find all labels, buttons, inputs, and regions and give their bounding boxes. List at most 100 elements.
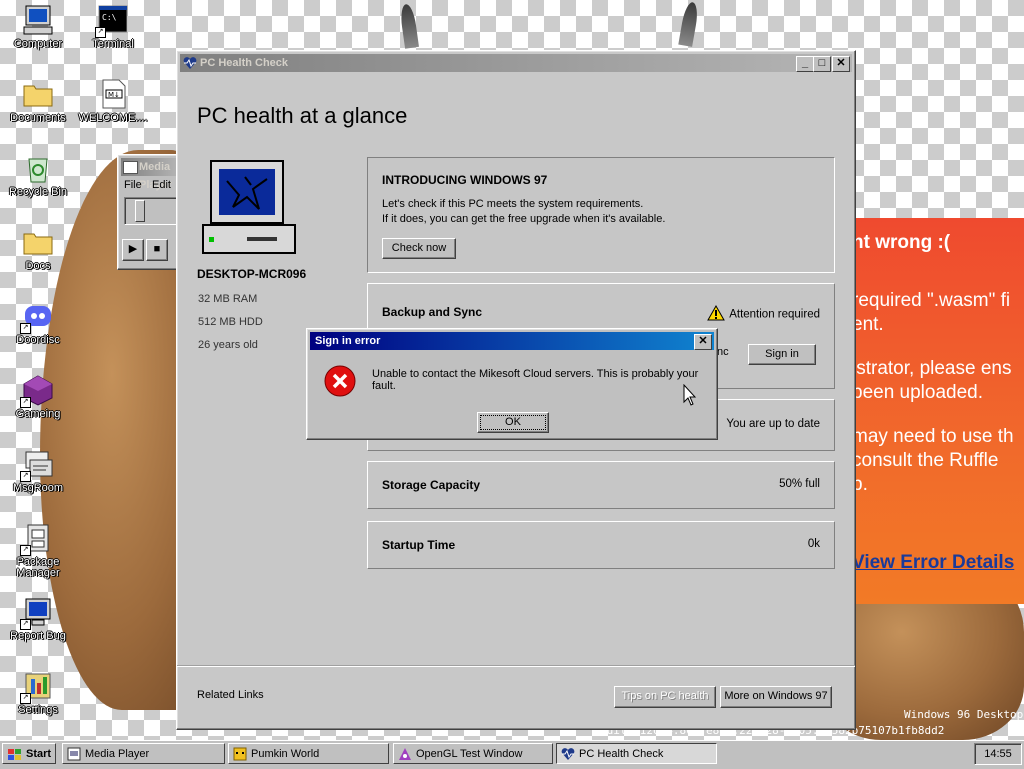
pc-health-titlebar[interactable]: PC Health Check _ □ ✕ <box>180 54 852 72</box>
desktop-icon-recycle-bin[interactable]: Recycle Bin <box>1 152 75 198</box>
desktop-icon-documents[interactable]: Documents <box>1 78 75 124</box>
ruffle-error-text: istrator, please ens <box>856 358 1012 379</box>
start-button[interactable]: Start <box>2 743 56 764</box>
media-player-titlebar[interactable]: Media Player <box>121 158 179 191</box>
media-seek-track[interactable] <box>124 197 182 225</box>
media-player-icon <box>123 161 138 174</box>
footer-divider <box>177 665 855 667</box>
storage-status: 50% full <box>779 478 820 490</box>
device-spec-age: 26 years old <box>198 339 258 351</box>
ruffle-error-panel: nt wrong :( required ".wasm" fi ent. ist… <box>856 218 1024 604</box>
sync-label: nc <box>717 346 729 358</box>
desktop-icon-terminal[interactable]: C:\ ↗ Terminal <box>76 4 150 50</box>
desktop-icon-welcome[interactable]: M↓ WELCOME.... <box>76 78 150 124</box>
mouse-cursor-icon <box>683 383 697 409</box>
media-stop-button[interactable]: ■ <box>146 239 168 261</box>
ruffle-error-text: ent. <box>856 314 884 335</box>
more-on-windows97-button[interactable]: More on Windows 97 <box>720 686 832 708</box>
recycle-bin-icon <box>22 152 54 184</box>
related-links-label: Related Links <box>197 689 264 701</box>
view-error-details-link[interactable]: View Error Details <box>856 552 1014 574</box>
maximize-icon: □ <box>818 57 826 69</box>
settings-icon: ↗ <box>20 670 54 704</box>
close-icon: ✕ <box>698 335 708 347</box>
ruffle-error-text: required ".wasm" fi <box>856 290 1011 311</box>
error-dialog-titlebar[interactable]: Sign in error ✕ <box>310 332 714 350</box>
terminal-icon: C:\ ↗ <box>95 4 129 38</box>
folder-icon <box>22 226 54 258</box>
desktop-icon-msgroom[interactable]: ↗ MsgRoom <box>1 448 75 494</box>
cat-ear-right <box>678 1 700 47</box>
computer-icon <box>22 4 54 36</box>
taskbar-item-pc-health-check[interactable]: PC Health Check <box>556 743 717 764</box>
cat-ear-left <box>399 3 419 49</box>
device-name: DESKTOP-MCR096 <box>197 267 307 281</box>
desktop-icon-computer[interactable]: Computer <box>1 4 75 50</box>
build-watermark-line1: Windows 96 Desktop <box>904 708 1024 721</box>
backup-card-title: Backup and Sync <box>382 305 483 319</box>
desktop-icon-report-bug[interactable]: ↗ Report Bug <box>1 596 75 642</box>
startup-status: 0k <box>807 538 820 550</box>
desktop-icon-package-manager[interactable]: ↗ Package Manager <box>1 522 75 579</box>
bug-report-icon: ↗ <box>20 596 54 630</box>
heart-pulse-icon <box>561 747 575 761</box>
taskbar-item-media-player[interactable]: Media Player <box>62 743 225 764</box>
windows97-intro-card: INTRODUCING WINDOWS 97 Let's check if th… <box>367 157 835 273</box>
warning-icon <box>707 304 726 324</box>
stop-icon: ■ <box>153 243 161 255</box>
intro-line1: Let's check if this PC meets the system … <box>382 198 644 210</box>
taskbar-clock: 14:55 <box>974 743 1022 765</box>
startup-card-title: Startup Time <box>382 538 456 552</box>
svg-text:C:\: C:\ <box>102 13 117 22</box>
minimize-button[interactable]: _ <box>796 56 814 72</box>
msgroom-icon: ↗ <box>20 448 54 482</box>
ruffle-error-title: nt wrong :( <box>856 232 951 253</box>
heart-pulse-icon <box>183 56 197 76</box>
intro-line2: If it does, you can get the free upgrade… <box>382 213 666 225</box>
minimize-icon: _ <box>801 57 809 69</box>
page-title: PC health at a glance <box>197 103 408 128</box>
taskbar-item-pumkin-world[interactable]: Pumkin World <box>228 743 389 764</box>
ruffle-error-text: consult the Ruffle <box>856 450 999 471</box>
computer-illustration-icon <box>199 159 299 262</box>
device-spec-hdd: 512 MB HDD <box>198 316 263 328</box>
discord-icon: ↗ <box>20 300 54 334</box>
game-cube-icon: ↗ <box>20 374 54 408</box>
desktop-icon-doordisc[interactable]: ↗ Doordisc <box>1 300 75 346</box>
desktop-icon-gameing[interactable]: ↗ Gameing <box>1 374 75 420</box>
desktop-icon-settings[interactable]: ↗ Settings <box>1 670 75 716</box>
storage-capacity-card: Storage Capacity 50% full <box>367 461 835 509</box>
check-now-button[interactable]: Check now <box>382 238 456 259</box>
media-seek-slider[interactable] <box>135 200 145 222</box>
close-icon: ✕ <box>836 57 846 69</box>
ok-button[interactable]: OK <box>477 412 549 433</box>
dialog-close-button[interactable]: ✕ <box>694 334 712 350</box>
tips-on-pc-health-button[interactable]: Tips on PC health <box>614 686 716 708</box>
device-spec-ram: 32 MB RAM <box>198 293 258 305</box>
markdown-file-icon: M↓ <box>97 78 129 110</box>
start-logo-icon <box>7 747 21 761</box>
update-status: You are up to date <box>726 418 820 430</box>
media-menu-file[interactable]: File <box>124 179 142 191</box>
desktop-icon-docs[interactable]: Docs <box>1 226 75 272</box>
ruffle-error-text: p. <box>856 474 868 495</box>
backup-status: Attention required <box>707 304 820 324</box>
package-icon: ↗ <box>20 522 54 556</box>
storage-card-title: Storage Capacity <box>382 478 481 492</box>
sign-in-button[interactable]: Sign in <box>748 344 816 365</box>
intro-card-title: INTRODUCING WINDOWS 97 <box>382 173 548 187</box>
folder-icon <box>22 78 54 110</box>
play-icon: ▶ <box>128 243 138 255</box>
media-player-window[interactable]: Media Player File Edit ▶ ■ <box>117 154 183 270</box>
media-player-icon <box>67 747 81 761</box>
pumpkin-icon <box>233 747 247 761</box>
ruffle-error-text: may need to use th <box>856 426 1014 447</box>
sign-in-error-dialog[interactable]: Sign in error ✕ Unable to contact the Mi… <box>306 328 718 440</box>
close-button[interactable]: ✕ <box>832 56 850 72</box>
startup-time-card: Startup Time 0k <box>367 521 835 569</box>
maximize-button[interactable]: □ <box>813 56 831 72</box>
taskbar-item-opengl-test[interactable]: OpenGL Test Window <box>393 743 553 764</box>
media-play-button[interactable]: ▶ <box>122 239 144 261</box>
ruffle-error-text: been uploaded. <box>856 382 984 403</box>
media-menu-edit[interactable]: Edit <box>152 179 171 191</box>
